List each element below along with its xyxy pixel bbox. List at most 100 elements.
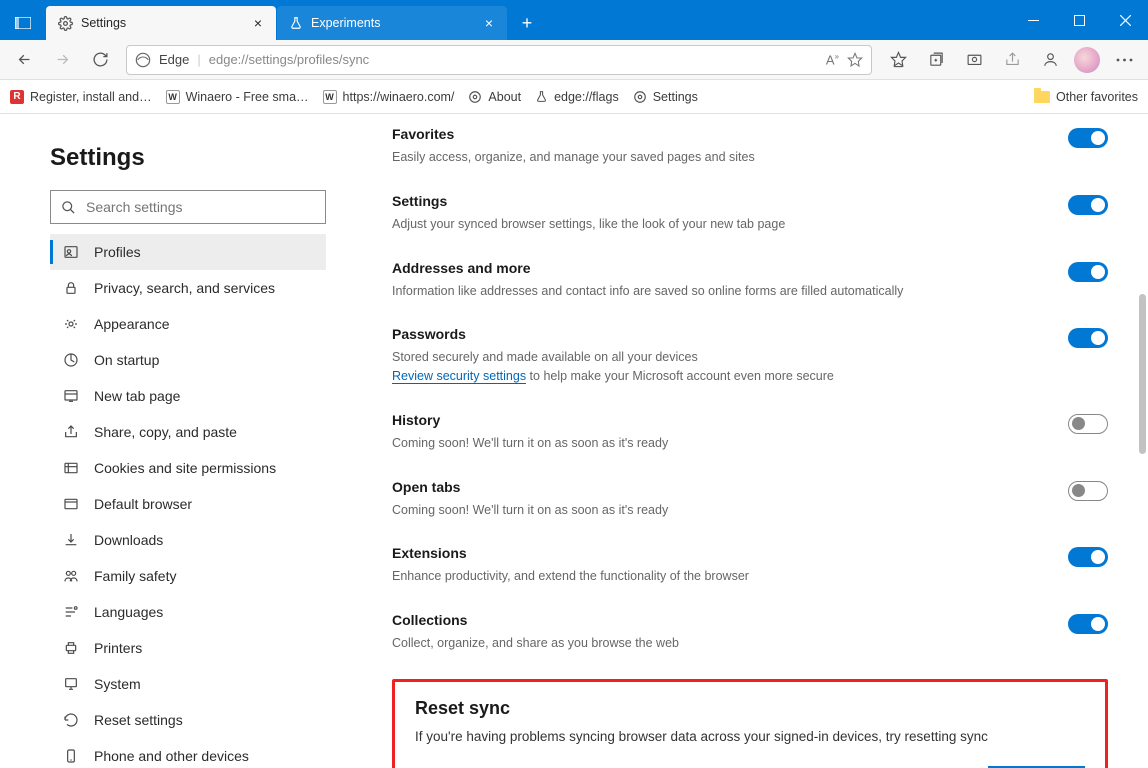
collections-button[interactable] xyxy=(918,44,954,76)
back-button[interactable] xyxy=(6,44,42,76)
toggle-passwords[interactable] xyxy=(1068,328,1108,348)
read-aloud-icon[interactable]: A» xyxy=(826,52,839,67)
sync-desc: Collect, organize, and share as you brow… xyxy=(392,634,1108,653)
toggle-extensions[interactable] xyxy=(1068,547,1108,567)
nav-item-printers[interactable]: Printers xyxy=(50,630,326,666)
maximize-button[interactable] xyxy=(1056,0,1102,40)
tab-settings[interactable]: Settings × xyxy=(46,6,276,40)
sync-item-collections: Collections Collect, organize, and share … xyxy=(392,600,1108,667)
bookmark-item[interactable]: About xyxy=(468,90,521,104)
minimize-button[interactable] xyxy=(1010,0,1056,40)
nav-icon xyxy=(62,640,80,656)
sync-title: History xyxy=(392,412,1108,428)
other-favorites[interactable]: Other favorites xyxy=(1034,90,1138,104)
nav-label: New tab page xyxy=(94,388,180,404)
toggle-history[interactable] xyxy=(1068,414,1108,434)
bookmark-item[interactable]: Whttps://winaero.com/ xyxy=(323,90,455,104)
nav-item-reset-settings[interactable]: Reset settings xyxy=(50,702,326,738)
titlebar: Settings × Experiments × + xyxy=(0,0,1148,40)
settings-sidebar: Settings ProfilesPrivacy, search, and se… xyxy=(0,114,338,768)
nav-icon xyxy=(62,676,80,692)
review-security-link[interactable]: Review security settings xyxy=(392,369,526,384)
nav-item-phone-and-other-devices[interactable]: Phone and other devices xyxy=(50,738,326,768)
nav-item-profiles[interactable]: Profiles xyxy=(50,234,326,270)
refresh-button[interactable] xyxy=(82,44,118,76)
nav-icon xyxy=(62,712,80,728)
avatar[interactable] xyxy=(1074,47,1100,73)
sync-title: Collections xyxy=(392,612,1108,628)
edge-icon xyxy=(135,52,151,68)
nav-label: Family safety xyxy=(94,568,176,584)
search-input[interactable] xyxy=(50,190,326,224)
nav-item-on-startup[interactable]: On startup xyxy=(50,342,326,378)
nav-label: Share, copy, and paste xyxy=(94,424,237,440)
nav-item-default-browser[interactable]: Default browser xyxy=(50,486,326,522)
window-controls xyxy=(1010,0,1148,40)
bookmark-item[interactable]: R Register, install and… xyxy=(10,90,152,104)
content-scroll[interactable]: FavoritesEasily access, organize, and ma… xyxy=(338,114,1148,768)
nav-item-new-tab-page[interactable]: New tab page xyxy=(50,378,326,414)
close-window-button[interactable] xyxy=(1102,0,1148,40)
nav-icon xyxy=(62,568,80,584)
nav-label: On startup xyxy=(94,352,159,368)
toggle-settings[interactable] xyxy=(1068,195,1108,215)
screenshot-button[interactable] xyxy=(956,44,992,76)
nav-icon xyxy=(62,460,80,476)
nav-label: Downloads xyxy=(94,532,163,548)
nav-label: Cookies and site permissions xyxy=(94,460,276,476)
toggle-collections[interactable] xyxy=(1068,614,1108,634)
favorites-button[interactable] xyxy=(880,44,916,76)
favicon: W xyxy=(166,90,180,104)
bookmark-item[interactable]: WWinaero - Free sma… xyxy=(166,90,309,104)
tab-experiments[interactable]: Experiments × xyxy=(277,6,507,40)
nav-item-family-safety[interactable]: Family safety xyxy=(50,558,326,594)
new-tab-button[interactable]: + xyxy=(513,9,541,37)
bookmark-label: edge://flags xyxy=(554,90,619,104)
reset-heading: Reset sync xyxy=(415,698,1085,719)
flask-icon xyxy=(289,16,303,30)
sync-item-history: History Coming soon! We'll turn it on as … xyxy=(392,400,1108,467)
sync-item-settings: SettingsAdjust your synced browser setti… xyxy=(392,181,1108,248)
separator: | xyxy=(197,52,200,67)
toggle-open-tabs[interactable] xyxy=(1068,481,1108,501)
sync-title: Addresses and more xyxy=(392,260,1108,276)
nav-item-languages[interactable]: Languages xyxy=(50,594,326,630)
sync-desc: Easily access, organize, and manage your… xyxy=(392,148,1108,167)
nav-label: Reset settings xyxy=(94,712,183,728)
tab-strip: Settings × Experiments × + xyxy=(0,0,1010,40)
toggle-favorites[interactable] xyxy=(1068,128,1108,148)
share-button[interactable] xyxy=(994,44,1030,76)
close-icon[interactable]: × xyxy=(481,15,497,31)
nav-item-appearance[interactable]: Appearance xyxy=(50,306,326,342)
profile-indicator-icon[interactable] xyxy=(1032,44,1068,76)
search-field[interactable] xyxy=(86,199,315,215)
bookmark-label: https://winaero.com/ xyxy=(343,90,455,104)
more-menu-button[interactable] xyxy=(1106,44,1142,76)
nav-label: Printers xyxy=(94,640,142,656)
nav-item-downloads[interactable]: Downloads xyxy=(50,522,326,558)
forward-button[interactable] xyxy=(44,44,80,76)
close-icon[interactable]: × xyxy=(250,15,266,31)
sync-desc: Coming soon! We'll turn it on as soon as… xyxy=(392,434,1108,453)
sync-item-extensions: ExtensionsEnhance productivity, and exte… xyxy=(392,533,1108,600)
bookmark-label: Register, install and… xyxy=(30,90,152,104)
nav-item-share-copy-and-paste[interactable]: Share, copy, and paste xyxy=(50,414,326,450)
page-title: Settings xyxy=(50,144,326,172)
nav-item-system[interactable]: System xyxy=(50,666,326,702)
nav-item-cookies-and-site-permissions[interactable]: Cookies and site permissions xyxy=(50,450,326,486)
favicon: R xyxy=(10,90,24,104)
address-bar[interactable]: Edge | edge://settings/profiles/sync A» xyxy=(126,45,872,75)
nav-item-privacy-search-and-services[interactable]: Privacy, search, and services xyxy=(50,270,326,306)
bookmark-item[interactable]: edge://flags xyxy=(535,90,619,104)
scrollbar-thumb[interactable] xyxy=(1139,294,1146,454)
toggle-addresses-and-more[interactable] xyxy=(1068,262,1108,282)
nav-icon xyxy=(62,748,80,764)
favorite-star-icon[interactable] xyxy=(847,52,863,68)
nav-icon xyxy=(62,496,80,512)
bookmark-label: About xyxy=(488,90,521,104)
sync-title: Settings xyxy=(392,193,1108,209)
nav-icon xyxy=(62,604,80,620)
sync-desc: Coming soon! We'll turn it on as soon as… xyxy=(392,501,1108,520)
nav-label: Appearance xyxy=(94,316,170,332)
bookmark-item[interactable]: Settings xyxy=(633,90,698,104)
